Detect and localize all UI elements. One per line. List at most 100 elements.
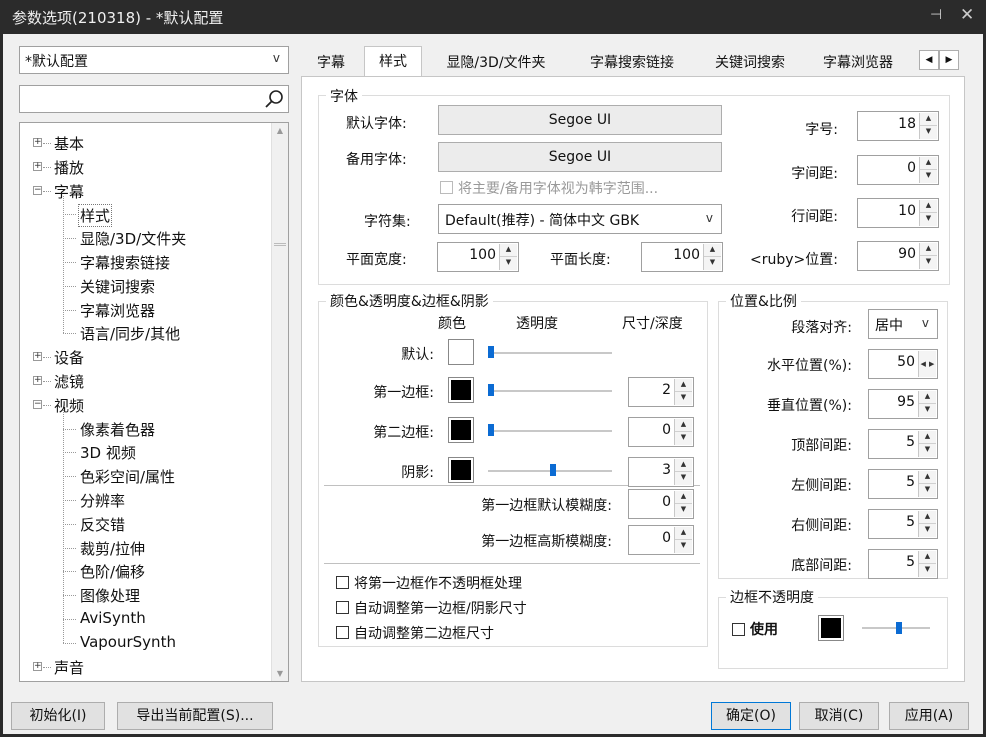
stepper-down-icon[interactable]: ▼ [920, 126, 937, 139]
tree-item[interactable]: 反交错 [80, 514, 125, 535]
blur1-stepper[interactable]: 0 ▲ ▼ [628, 489, 694, 519]
tree-item[interactable]: 设备 [54, 347, 84, 368]
char-spacing-stepper[interactable]: 0 ▲ ▼ [857, 155, 939, 185]
scroll-thumb[interactable] [274, 243, 286, 246]
stepper-right-icon[interactable]: ▶ [928, 351, 937, 377]
stepper-up-icon[interactable]: ▲ [919, 551, 936, 564]
right-stepper[interactable]: 5 ▲ ▼ [868, 509, 938, 539]
line-spacing-stepper[interactable]: 10 ▲ ▼ [857, 198, 939, 228]
stepper-up-icon[interactable]: ▲ [675, 459, 692, 472]
size-stepper[interactable]: 3 ▲ ▼ [628, 457, 694, 487]
tree-scrollbar[interactable]: ▲ ▼ [271, 123, 288, 681]
stepper-up-icon[interactable]: ▲ [920, 200, 937, 213]
expand-toggle-icon[interactable]: + [33, 661, 42, 671]
expand-toggle-icon[interactable]: + [33, 138, 42, 147]
tab-3[interactable]: 字幕搜索链接 [570, 48, 694, 76]
init-button[interactable]: 初始化(I) [11, 702, 105, 730]
charset-dropdown[interactable]: Default(推荐) - 简体中文 GBK v [438, 204, 722, 234]
stepper-up-icon[interactable]: ▲ [675, 419, 692, 432]
stepper-down-icon[interactable]: ▼ [920, 213, 937, 226]
stepper-down-icon[interactable]: ▼ [919, 444, 936, 457]
stepper-down-icon[interactable]: ▼ [919, 564, 936, 577]
tab-4[interactable]: 关键词搜索 [696, 48, 804, 76]
export-config-button[interactable]: 导出当前配置(S)... [117, 702, 273, 730]
tree-item[interactable]: 关键词搜索 [80, 276, 155, 297]
border-opacity-thumb[interactable] [896, 622, 902, 634]
opacity-slider-track[interactable] [488, 352, 612, 354]
opacity-slider-track[interactable] [488, 430, 612, 432]
tree-item[interactable]: 视频 [54, 395, 84, 416]
stepper-up-icon[interactable]: ▲ [920, 113, 937, 126]
pin-icon[interactable]: ⊣ [930, 7, 942, 23]
expand-toggle-icon[interactable]: − [33, 185, 42, 195]
stepper-down-icon[interactable]: ▼ [920, 256, 937, 269]
tree-item[interactable]: 语言/同步/其他 [80, 323, 180, 344]
color-swatch[interactable] [448, 377, 474, 403]
stepper-up-icon[interactable]: ▲ [919, 511, 936, 524]
color-swatch[interactable] [448, 339, 474, 365]
tree-item[interactable]: AviSynth [80, 609, 146, 627]
tab-2[interactable]: 显隐/3D/文件夹 [424, 48, 568, 76]
ok-button[interactable]: 确定(O) [711, 702, 791, 730]
stepper-down-icon[interactable]: ▼ [919, 484, 936, 497]
stepper-down-icon[interactable]: ▼ [675, 392, 692, 405]
use-border-opacity-checkbox[interactable] [732, 623, 745, 636]
plane-width-stepper[interactable]: 100 ▲ ▼ [437, 242, 519, 272]
expand-toggle-icon[interactable]: + [33, 352, 42, 362]
opacity-slider-thumb[interactable] [550, 464, 556, 476]
tree-item[interactable]: 像素着色器 [80, 419, 155, 440]
opacity-slider-thumb[interactable] [488, 384, 494, 396]
auto-border1-checkbox[interactable] [336, 601, 349, 614]
expand-toggle-icon[interactable]: − [33, 399, 42, 409]
korean-range-checkbox[interactable] [440, 181, 453, 194]
tree-item[interactable]: 扩展功能 [54, 680, 114, 681]
size-stepper[interactable]: 2 ▲ ▼ [628, 377, 694, 407]
tab-scroll-left[interactable]: ◀ [919, 50, 939, 70]
stepper-up-icon[interactable]: ▲ [675, 491, 692, 504]
opacity-slider-track[interactable] [488, 390, 612, 392]
ruby-position-stepper[interactable]: 90 ▲ ▼ [857, 241, 939, 271]
blur2-stepper[interactable]: 0 ▲ ▼ [628, 525, 694, 555]
tab-5[interactable]: 字幕浏览器 [806, 48, 910, 76]
stepper-down-icon[interactable]: ▼ [500, 257, 517, 270]
stepper-up-icon[interactable]: ▲ [919, 391, 936, 404]
tree-item[interactable]: 显隐/3D/文件夹 [80, 228, 186, 249]
tree-item[interactable]: 样式 [78, 204, 113, 228]
search-icon[interactable] [264, 89, 284, 109]
stepper-up-icon[interactable]: ▲ [919, 431, 936, 444]
color-swatch[interactable] [448, 457, 474, 483]
size-stepper[interactable]: 0 ▲ ▼ [628, 417, 694, 447]
scroll-down-icon[interactable]: ▼ [272, 669, 288, 678]
stepper-up-icon[interactable]: ▲ [500, 244, 517, 257]
stepper-down-icon[interactable]: ▼ [675, 432, 692, 445]
expand-toggle-icon[interactable]: + [33, 376, 42, 385]
tree-item[interactable]: 裁剪/拉伸 [80, 538, 145, 559]
tree-search-input[interactable] [19, 85, 289, 113]
stepper-down-icon[interactable]: ▼ [919, 524, 936, 537]
border-color-swatch[interactable] [818, 615, 844, 641]
backup-font-button[interactable]: Segoe UI [438, 142, 722, 172]
stepper-down-icon[interactable]: ▼ [920, 170, 937, 183]
stepper-down-icon[interactable]: ▼ [675, 540, 692, 553]
vpos-stepper[interactable]: 95 ▲ ▼ [868, 389, 938, 419]
stepper-up-icon[interactable]: ▲ [675, 379, 692, 392]
left-stepper[interactable]: 5 ▲ ▼ [868, 469, 938, 499]
tree-item[interactable]: 字幕搜索链接 [80, 252, 170, 273]
default-font-button[interactable]: Segoe UI [438, 105, 722, 135]
color-swatch[interactable] [448, 417, 474, 443]
align-dropdown[interactable]: 居中 v [868, 309, 938, 339]
stepper-up-icon[interactable]: ▲ [920, 243, 937, 256]
stepper-down-icon[interactable]: ▼ [675, 472, 692, 485]
settings-tree[interactable]: + 基本 + 播放 − 字幕 样式 显隐/3D/文件夹 字幕搜索链接 关键词搜索 字幕浏览器 语言/同… [19, 122, 289, 682]
stepper-down-icon[interactable]: ▼ [704, 257, 721, 270]
tab-0[interactable]: 字幕 [306, 48, 356, 76]
tree-item[interactable]: 色彩空间/属性 [80, 466, 175, 487]
tree-item[interactable]: 声音 [54, 657, 84, 678]
hpos-stepper[interactable]: 50 ◀ ▶ [868, 349, 938, 379]
tree-item[interactable]: 3D 视频 [80, 442, 136, 463]
plane-height-stepper[interactable]: 100 ▲ ▼ [641, 242, 723, 272]
auto-border2-checkbox[interactable] [336, 626, 349, 639]
tree-item[interactable]: 滤镜 [54, 371, 84, 392]
profile-dropdown[interactable]: *默认配置 v [19, 46, 289, 74]
stepper-up-icon[interactable]: ▲ [920, 157, 937, 170]
